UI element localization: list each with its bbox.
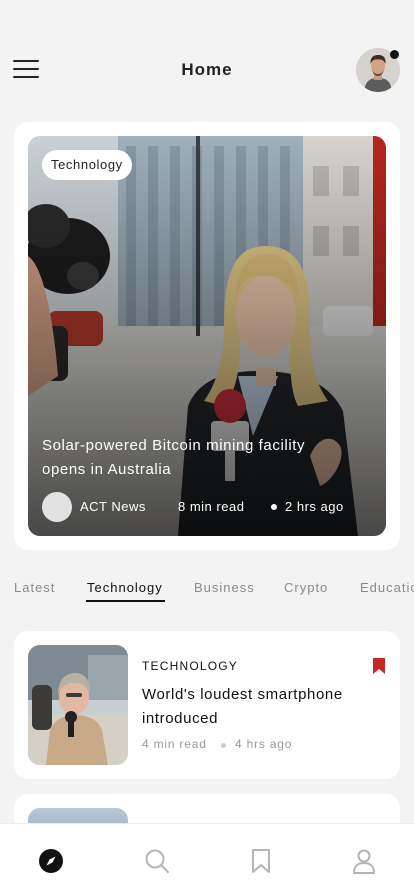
article-category: TECHNOLOGY bbox=[142, 659, 239, 673]
explore-icon[interactable] bbox=[38, 848, 64, 874]
app-header: Home bbox=[0, 40, 414, 100]
meta-separator bbox=[271, 504, 277, 510]
featured-article[interactable]: Technology Solar-powered Bitcoin mining … bbox=[28, 136, 386, 536]
meta-separator bbox=[221, 743, 226, 748]
article-read-time: 4 min read bbox=[142, 737, 207, 751]
tab-business[interactable]: Business bbox=[194, 580, 255, 595]
source-logo bbox=[42, 492, 72, 522]
active-tab-indicator bbox=[86, 600, 165, 602]
bookmark-filled-icon[interactable] bbox=[372, 658, 386, 674]
featured-title: Solar-powered Bitcoin mining facility op… bbox=[42, 437, 306, 478]
tab-education[interactable]: Education bbox=[360, 580, 414, 595]
article-thumbnail bbox=[28, 645, 128, 765]
tab-technology[interactable]: Technology bbox=[87, 580, 163, 595]
category-tabs: Latest Technology Business Crypto Educat… bbox=[0, 570, 414, 606]
article-published-ago: 4 hrs ago bbox=[235, 737, 293, 751]
bottom-navigation bbox=[0, 823, 414, 896]
article-title: World's loudest smartphone introduced bbox=[142, 686, 343, 727]
profile-icon[interactable] bbox=[351, 848, 377, 874]
tab-latest[interactable]: Latest bbox=[14, 580, 55, 595]
read-time: 8 min read bbox=[178, 499, 245, 514]
featured-article-card: Technology Solar-powered Bitcoin mining … bbox=[14, 122, 400, 550]
published-ago: 2 hrs ago bbox=[285, 499, 344, 514]
featured-tag[interactable]: Technology bbox=[42, 150, 132, 180]
list-item[interactable]: TECHNOLOGY World's loudest smartphone in… bbox=[14, 631, 400, 779]
tab-crypto[interactable]: Crypto bbox=[284, 580, 328, 595]
notification-dot bbox=[390, 50, 399, 59]
featured-meta: ACT News 8 min read 2 hrs ago bbox=[42, 492, 372, 522]
profile-avatar-button[interactable] bbox=[356, 48, 400, 92]
search-icon[interactable] bbox=[144, 848, 170, 874]
bookmark-icon[interactable] bbox=[248, 848, 274, 874]
page-title: Home bbox=[181, 60, 233, 79]
source-name[interactable]: ACT News bbox=[80, 499, 146, 514]
